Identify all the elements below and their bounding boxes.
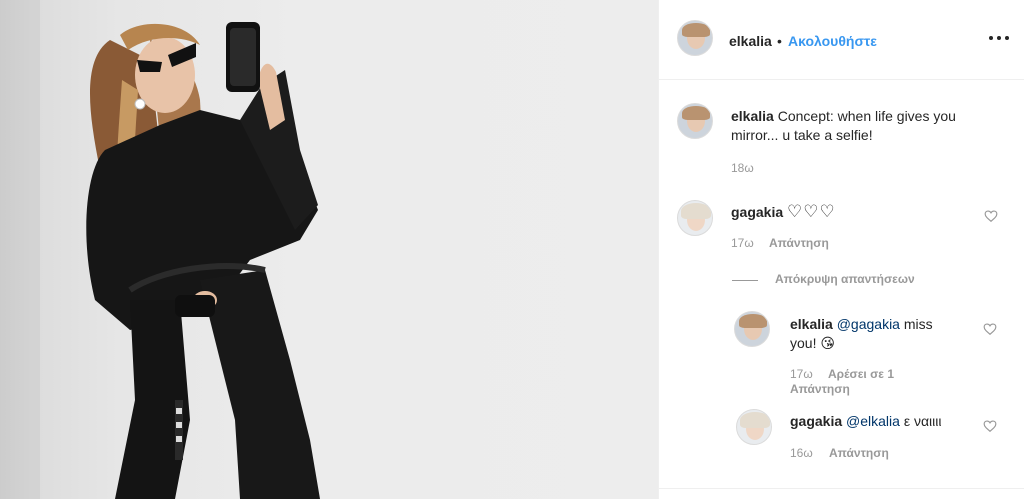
reply-likes-count[interactable]: Αρέσει σε 1 [828,367,894,381]
reply-body: gagakia @elkalia ε ναιιιι [790,412,942,431]
reply-mention[interactable]: @gagakia [837,316,900,332]
comment-like-heart-icon[interactable] [984,209,998,223]
caption-timestamp[interactable]: 18ω [731,161,754,175]
selfie-illustration [0,0,320,499]
reply-username[interactable]: gagakia [790,413,842,429]
reply-mention[interactable]: @elkalia [846,413,900,429]
caption-avatar[interactable] [677,103,713,139]
comment-body: gagakia ♡♡♡ [731,202,836,222]
post-header: elkalia • Ακολουθήστε [659,0,1024,80]
comment-reply-button[interactable]: Απάντηση [769,236,829,250]
comment-username[interactable]: gagakia [731,204,783,220]
caption-username[interactable]: elkalia [731,108,774,124]
reply-avatar[interactable] [736,409,772,445]
separator-dot: • [777,33,782,49]
author-avatar[interactable] [677,20,713,56]
reply-like-heart-icon[interactable] [983,419,997,433]
reply-reply-button[interactable]: Απάντηση [790,382,850,396]
more-options-icon[interactable] [989,28,1009,48]
reply-text: ε ναιιιι [903,413,942,429]
hide-replies-button[interactable]: Απόκρυψη απαντήσεων [775,272,915,286]
bottom-divider [659,488,1024,489]
reply-reply-button[interactable]: Απάντηση [829,446,889,460]
comment-timestamp[interactable]: 17ω [731,236,754,250]
post-dialog: elkalia • Ακολουθήστε elkalia Concept: w… [0,0,1024,499]
follow-button[interactable]: Ακολουθήστε [788,33,877,49]
reply-body-line-2: you! 😘 [790,335,835,351]
caption-line-2: mirror... u take a selfie! [731,127,873,143]
reply-timestamp[interactable]: 17ω [790,367,813,381]
reply-body-line-1: elkalia @gagakia miss [790,315,933,334]
reply-avatar[interactable] [734,311,770,347]
reply-timestamp[interactable]: 16ω [790,446,813,460]
author-username[interactable]: elkalia [729,33,772,49]
caption-line-1: elkalia Concept: when life gives you [731,107,956,126]
comment-avatar[interactable] [677,200,713,236]
reply-username[interactable]: elkalia [790,316,833,332]
comments-panel: elkalia • Ακολουθήστε elkalia Concept: w… [658,0,1024,499]
post-photo[interactable] [0,0,658,499]
replies-divider [732,280,758,281]
reply-like-heart-icon[interactable] [983,322,997,336]
comment-text: ♡♡♡ [787,202,836,221]
caption-text-1: Concept: when life gives you [777,108,956,124]
reply-text: miss [903,316,933,332]
